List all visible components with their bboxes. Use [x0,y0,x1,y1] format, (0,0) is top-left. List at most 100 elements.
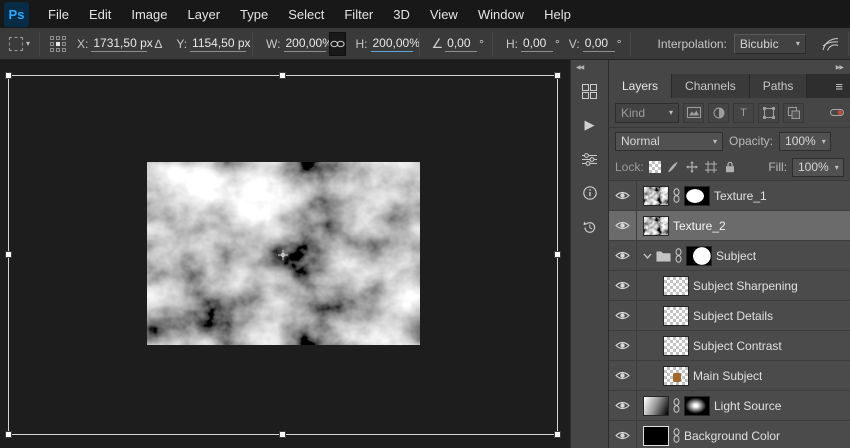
reference-point-locator[interactable] [50,35,67,52]
menu-edit[interactable]: Edit [79,0,121,28]
visibility-toggle[interactable] [609,391,637,420]
ref-point-cell[interactable] [50,47,55,52]
adjustments-panel-button[interactable] [571,142,609,176]
visibility-toggle[interactable] [609,331,637,360]
y-position-input[interactable]: 1154,50 px [190,36,251,52]
tab-paths[interactable]: Paths [749,74,808,98]
layer-row-main-subject[interactable]: Main Subject [609,361,850,391]
skew-h-input[interactable]: 0,00 [520,36,553,52]
ref-point-cell[interactable] [50,41,55,46]
transform-handle-bottom-left[interactable] [5,431,12,438]
document-canvas[interactable] [0,60,570,448]
layer-thumbnail[interactable] [643,425,669,446]
libraries-panel-button[interactable] [571,74,609,108]
filter-type-layers-button[interactable]: T [733,102,754,123]
tool-presets-button[interactable]: ▾ [6,36,33,51]
skew-v-input[interactable]: 0,00 [582,36,615,52]
actions-panel-button[interactable]: ▶ [571,108,609,142]
menu-select[interactable]: Select [278,0,334,28]
layer-name[interactable]: Subject [716,249,756,263]
menu-file[interactable]: File [38,0,79,28]
layer-thumbnail[interactable] [663,305,689,326]
layer-thumbnail[interactable] [643,395,669,416]
tab-channels[interactable]: Channels [672,74,750,98]
menu-help[interactable]: Help [534,0,581,28]
opacity-dropdown[interactable]: 100% ▾ [779,131,832,151]
layer-row-texture-2[interactable]: Texture_2 [609,211,850,241]
layer-thumbnail[interactable] [643,215,669,236]
transform-handle-top-right[interactable] [554,72,561,79]
transform-handle-top-middle[interactable] [279,72,286,79]
filter-shape-layers-button[interactable] [758,102,779,123]
filter-smart-objects-button[interactable] [783,102,804,123]
menu-filter[interactable]: Filter [334,0,383,28]
relative-positioning-button[interactable]: ∆ [148,34,168,54]
transform-handle-top-left[interactable] [5,72,12,79]
layer-filter-toggle[interactable] [830,106,844,120]
expand-dock-button[interactable]: ◀◀ [571,60,608,74]
menu-window[interactable]: Window [468,0,534,28]
layer-name[interactable]: Light Source [714,399,781,413]
group-mask-thumbnail[interactable] [686,245,712,266]
layer-name[interactable]: Subject Sharpening [693,279,798,293]
lock-position-icon[interactable] [685,160,699,174]
lock-transparency-icon[interactable] [648,161,661,173]
layer-mask-thumbnail[interactable] [684,395,710,416]
layer-row-texture-1[interactable]: Texture_1 [609,181,850,211]
layer-row-subject-details[interactable]: Subject Details [609,301,850,331]
lock-pixels-icon[interactable] [666,160,680,174]
layer-row-subject-sharpening[interactable]: Subject Sharpening [609,271,850,301]
menu-3d[interactable]: 3D [383,0,420,28]
interpolation-dropdown[interactable]: Bicubic ▾ [733,33,806,54]
layer-row-subject-contrast[interactable]: Subject Contrast [609,331,850,361]
visibility-toggle[interactable] [609,181,637,210]
layer-row-subject-group[interactable]: Subject [609,241,850,271]
tab-layers[interactable]: Layers [609,74,673,98]
rotation-input[interactable]: 0,00 [445,36,478,52]
maintain-aspect-ratio-button[interactable] [328,31,346,56]
blend-mode-dropdown[interactable]: Normal ▾ [615,131,723,151]
panel-menu-icon[interactable]: ≡ [835,79,843,94]
visibility-toggle[interactable] [609,361,637,390]
menu-view[interactable]: View [420,0,468,28]
collapse-panel-icon[interactable]: ▶▶ [836,64,844,71]
menu-type[interactable]: Type [230,0,278,28]
layer-name[interactable]: Main Subject [693,369,762,383]
history-panel-button[interactable] [571,210,609,244]
layer-row-light-source[interactable]: Light Source [609,391,850,421]
visibility-toggle[interactable] [609,241,637,270]
layer-thumbnail[interactable] [663,335,689,356]
filter-pixel-layers-button[interactable] [683,102,704,123]
layer-mask-thumbnail[interactable] [684,185,710,206]
layer-name[interactable]: Texture_1 [714,189,767,203]
group-expand-chevron-icon[interactable] [643,253,652,259]
filter-adjustment-layers-button[interactable] [708,102,729,123]
layer-row-background-color[interactable]: Background Color [609,421,850,448]
layer-thumbnail[interactable] [663,275,689,296]
x-position-input[interactable]: 1731,50 px [91,36,153,52]
menu-layer[interactable]: Layer [178,0,231,28]
fill-dropdown[interactable]: 100% ▾ [792,157,844,177]
transform-pivot-point[interactable] [278,250,288,260]
visibility-toggle[interactable] [609,301,637,330]
ref-point-cell[interactable] [62,35,67,40]
menu-image[interactable]: Image [121,0,177,28]
ref-point-cell[interactable] [62,41,67,46]
transform-handle-middle-right[interactable] [554,251,561,258]
warp-mode-button[interactable] [821,34,841,54]
layer-name[interactable]: Background Color [684,429,780,443]
transform-handle-bottom-right[interactable] [554,431,561,438]
ref-point-cell[interactable] [56,47,61,52]
ref-point-cell-center[interactable] [56,41,61,46]
width-scale-input[interactable]: 200,00% [283,36,333,52]
filter-kind-dropdown[interactable]: Kind ▾ [615,102,679,123]
ref-point-cell[interactable] [56,35,61,40]
layer-name[interactable]: Subject Details [693,309,773,323]
lock-all-icon[interactable] [723,160,737,174]
transform-bounding-box[interactable] [5,72,561,438]
transform-handle-bottom-middle[interactable] [279,431,286,438]
layer-thumbnail[interactable] [643,185,669,206]
layer-name[interactable]: Texture_2 [673,219,726,233]
ref-point-cell[interactable] [50,35,55,40]
visibility-toggle[interactable] [609,211,637,240]
